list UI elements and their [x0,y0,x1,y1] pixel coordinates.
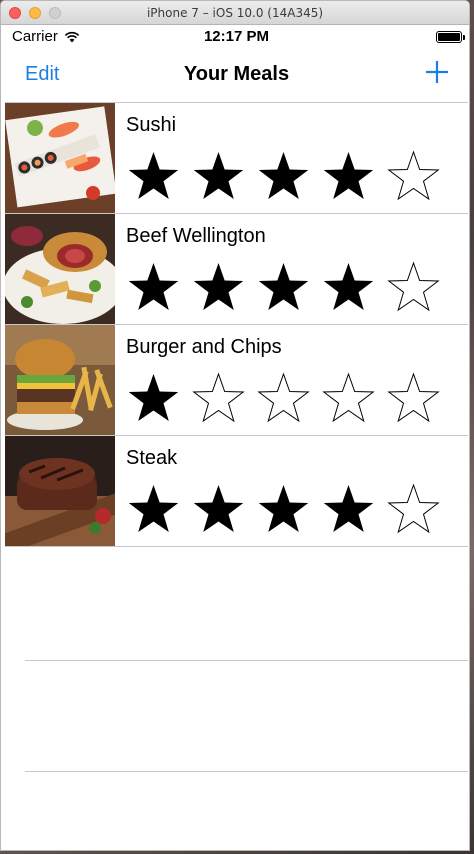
rating-control[interactable] [125,482,442,537]
filled-star-icon[interactable] [125,482,182,537]
battery-icon [436,31,465,43]
filled-star-icon[interactable] [125,260,182,315]
empty-star-icon[interactable] [385,482,442,537]
meal-photo [5,436,115,546]
meal-photo [5,103,115,213]
filled-star-icon[interactable] [255,482,312,537]
table-row[interactable]: Beef Wellington [5,214,468,325]
table-row[interactable]: Steak [5,436,468,547]
meal-name-label: Steak [126,447,178,469]
simulator-window: iPhone 7 – iOS 10.0 (14A345) Carrier 12:… [0,0,470,851]
empty-star-icon[interactable] [385,260,442,315]
page-title: Your Meals [183,63,290,85]
plus-icon[interactable] [424,59,450,85]
filled-star-icon[interactable] [320,482,377,537]
filled-star-icon[interactable] [190,260,247,315]
filled-star-icon[interactable] [125,371,182,426]
meal-photo [5,214,115,324]
window-titlebar: iPhone 7 – iOS 10.0 (14A345) [1,1,469,25]
filled-star-icon[interactable] [190,482,247,537]
filled-star-icon[interactable] [255,260,312,315]
filled-star-icon[interactable] [320,260,377,315]
empty-star-icon[interactable] [320,371,377,426]
empty-star-icon[interactable] [385,149,442,204]
status-bar: Carrier 12:17 PM [5,25,468,49]
meal-name-label: Burger and Chips [126,336,282,358]
table-separator [25,660,468,661]
edit-button[interactable]: Edit [25,63,59,86]
meal-list: Sushi Beef Wellington Burger and Chips S… [5,103,468,547]
ios-screen: Carrier 12:17 PM Edit Your Meals Sushi B… [5,25,468,850]
table-separator [25,771,468,772]
filled-star-icon[interactable] [320,149,377,204]
meal-name-label: Beef Wellington [126,225,266,247]
empty-star-icon[interactable] [190,371,247,426]
filled-star-icon[interactable] [125,149,182,204]
window-title: iPhone 7 – iOS 10.0 (14A345) [146,6,324,20]
filled-star-icon[interactable] [190,149,247,204]
filled-star-icon[interactable] [255,149,312,204]
status-time: 12:17 PM [203,28,270,45]
table-row[interactable]: Burger and Chips [5,325,468,436]
meal-name-label: Sushi [126,114,177,136]
rating-control[interactable] [125,371,442,426]
navigation-bar: Edit Your Meals [5,49,468,103]
rating-control[interactable] [125,149,442,204]
rating-control[interactable] [125,260,442,315]
empty-star-icon[interactable] [255,371,312,426]
empty-star-icon[interactable] [385,371,442,426]
meal-photo [5,325,115,435]
table-row[interactable]: Sushi [5,103,468,214]
